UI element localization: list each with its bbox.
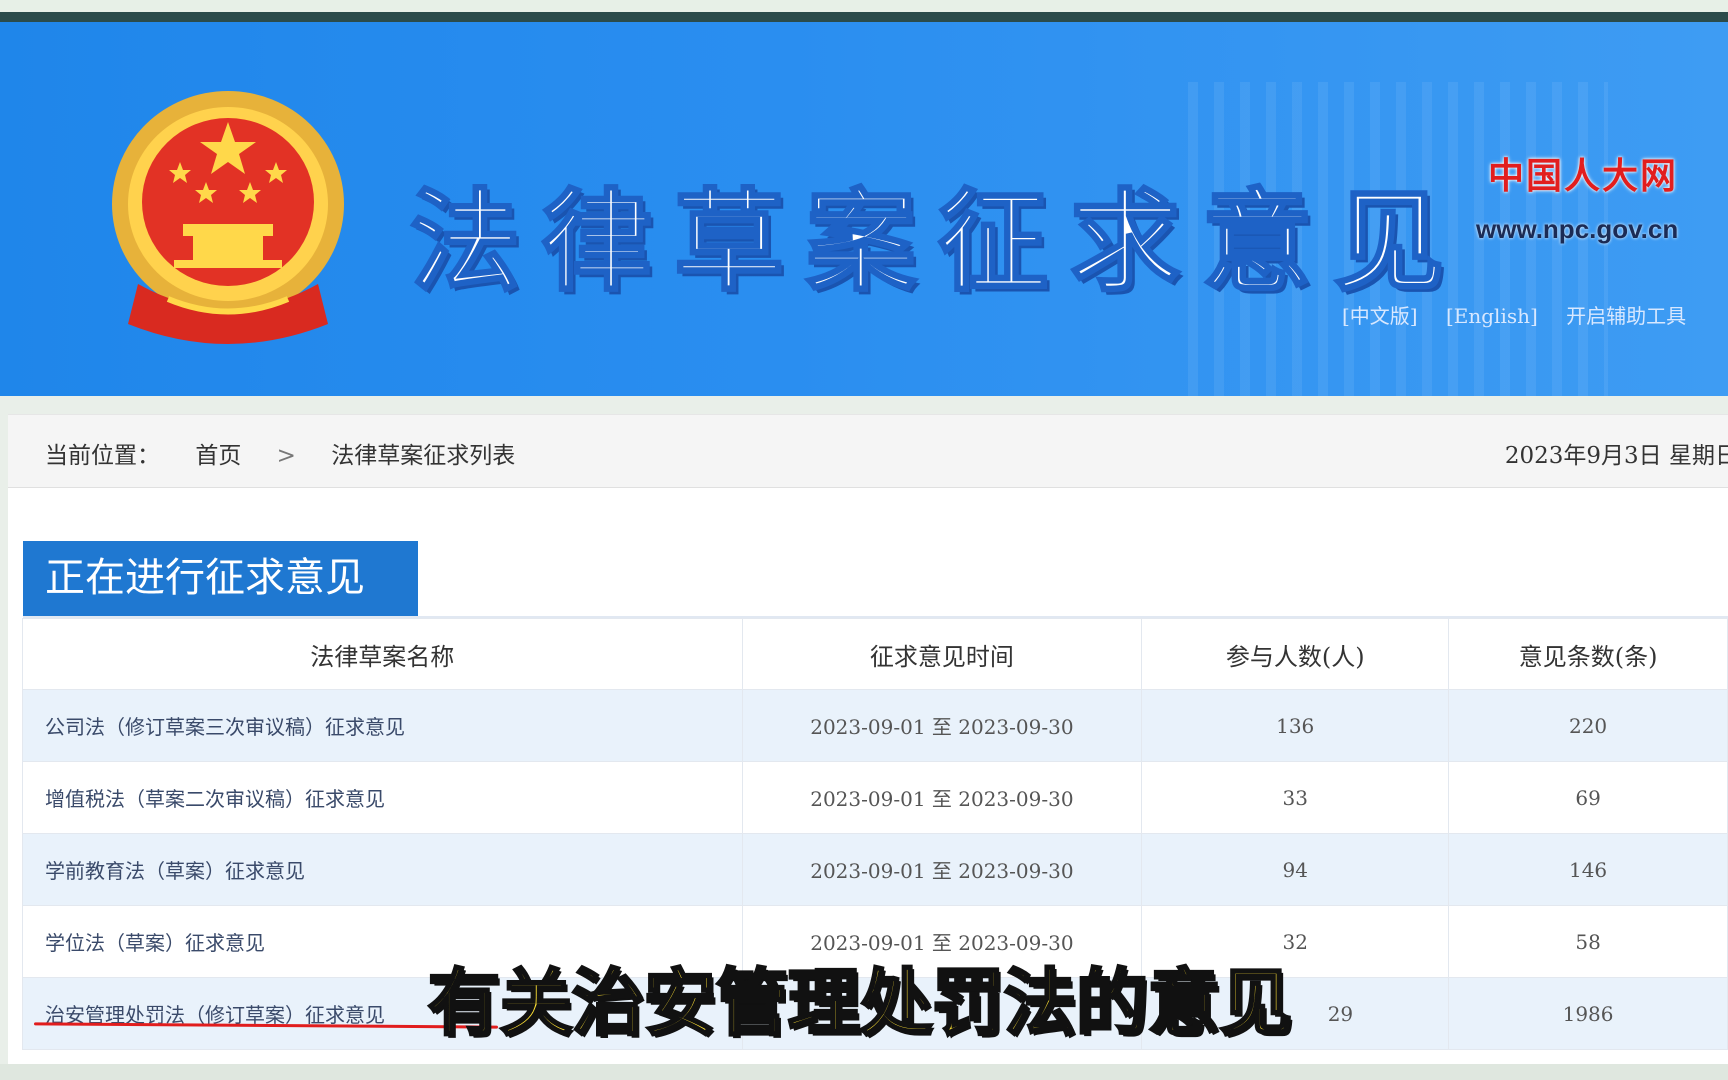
table-row[interactable]: 学前教育法（草案）征求意见 2023-09-01 至 2023-09-30 94… [22,833,1728,906]
section-title: 正在进行征求意见 [23,541,418,616]
site-banner: 法律草案征求意见 中国人大网 www.npc.gov.cn [中文版] [Eng… [0,22,1728,396]
table-row[interactable]: 公司法（修订草案三次审议稿）征求意见 2023-09-01 至 2023-09-… [22,689,1728,762]
english-version-link[interactable]: [English] [1446,304,1538,328]
header-links: [中文版] [English] 开启辅助工具 [1342,300,1708,329]
opinions-cell: 58 [1448,905,1728,978]
breadcrumb-home-link[interactable]: 首页 [195,443,241,469]
opinions-cell: 220 [1448,689,1728,762]
banner-title: 法律草案征求意见 [409,176,1466,308]
participants-cell: 94 [1141,833,1450,906]
top-dark-strip [0,12,1728,22]
accessibility-tools-link[interactable]: 开启辅助工具 [1566,304,1686,328]
draft-name-link[interactable]: 公司法（修订草案三次审议稿）征求意见 [22,689,743,762]
npc-site-url[interactable]: www.npc.gov.cn [1476,214,1678,245]
table-row[interactable]: 增值税法（草案二次审议稿）征求意见 2023-09-01 至 2023-09-3… [22,761,1728,834]
current-date: 2023年9月3日 星期日 [1504,443,1728,469]
period-cell: 2023-09-01 至 2023-09-30 [741,689,1143,762]
period-cell: 2023-09-01 至 2023-09-30 [741,833,1143,906]
bottom-strip [0,1064,1728,1080]
opinions-cell: 69 [1448,761,1728,834]
breadcrumb: 当前位置： 首页 > 法律草案征求列表 2023年9月3日 星期日 [8,414,1728,488]
draft-name-link[interactable]: 学前教育法（草案）征求意见 [22,833,743,906]
participants-cell: 136 [1141,689,1450,762]
national-emblem-icon [112,91,344,344]
breadcrumb-separator: > [276,443,296,469]
chinese-version-link[interactable]: [中文版] [1342,304,1418,328]
column-header-opinions: 意见条数(条) [1448,618,1728,690]
column-header-participants: 参与人数(人) [1141,618,1450,690]
participants-cell: 33 [1141,761,1450,834]
video-subtitle: 有关治安管理处罚法的意见 [426,960,1293,1047]
period-cell: 2023-09-01 至 2023-09-30 [741,761,1143,834]
breadcrumb-trail: 当前位置： 首页 > 法律草案征求列表 [45,436,543,470]
opinions-cell: 146 [1448,833,1728,906]
column-header-name: 法律草案名称 [22,618,743,690]
draft-name-link[interactable]: 增值税法（草案二次审议稿）征求意见 [22,761,743,834]
table-header-row: 法律草案名称 征求意见时间 参与人数(人) 意见条数(条) [22,618,1728,690]
column-header-time: 征求意见时间 [741,618,1143,690]
breadcrumb-current[interactable]: 法律草案征求列表 [331,443,515,469]
breadcrumb-label: 当前位置： [45,443,160,469]
npc-site-logo[interactable]: 中国人大网 [1488,147,1678,199]
opinions-cell: 1986 [1448,977,1728,1050]
top-strip [0,0,1728,22]
